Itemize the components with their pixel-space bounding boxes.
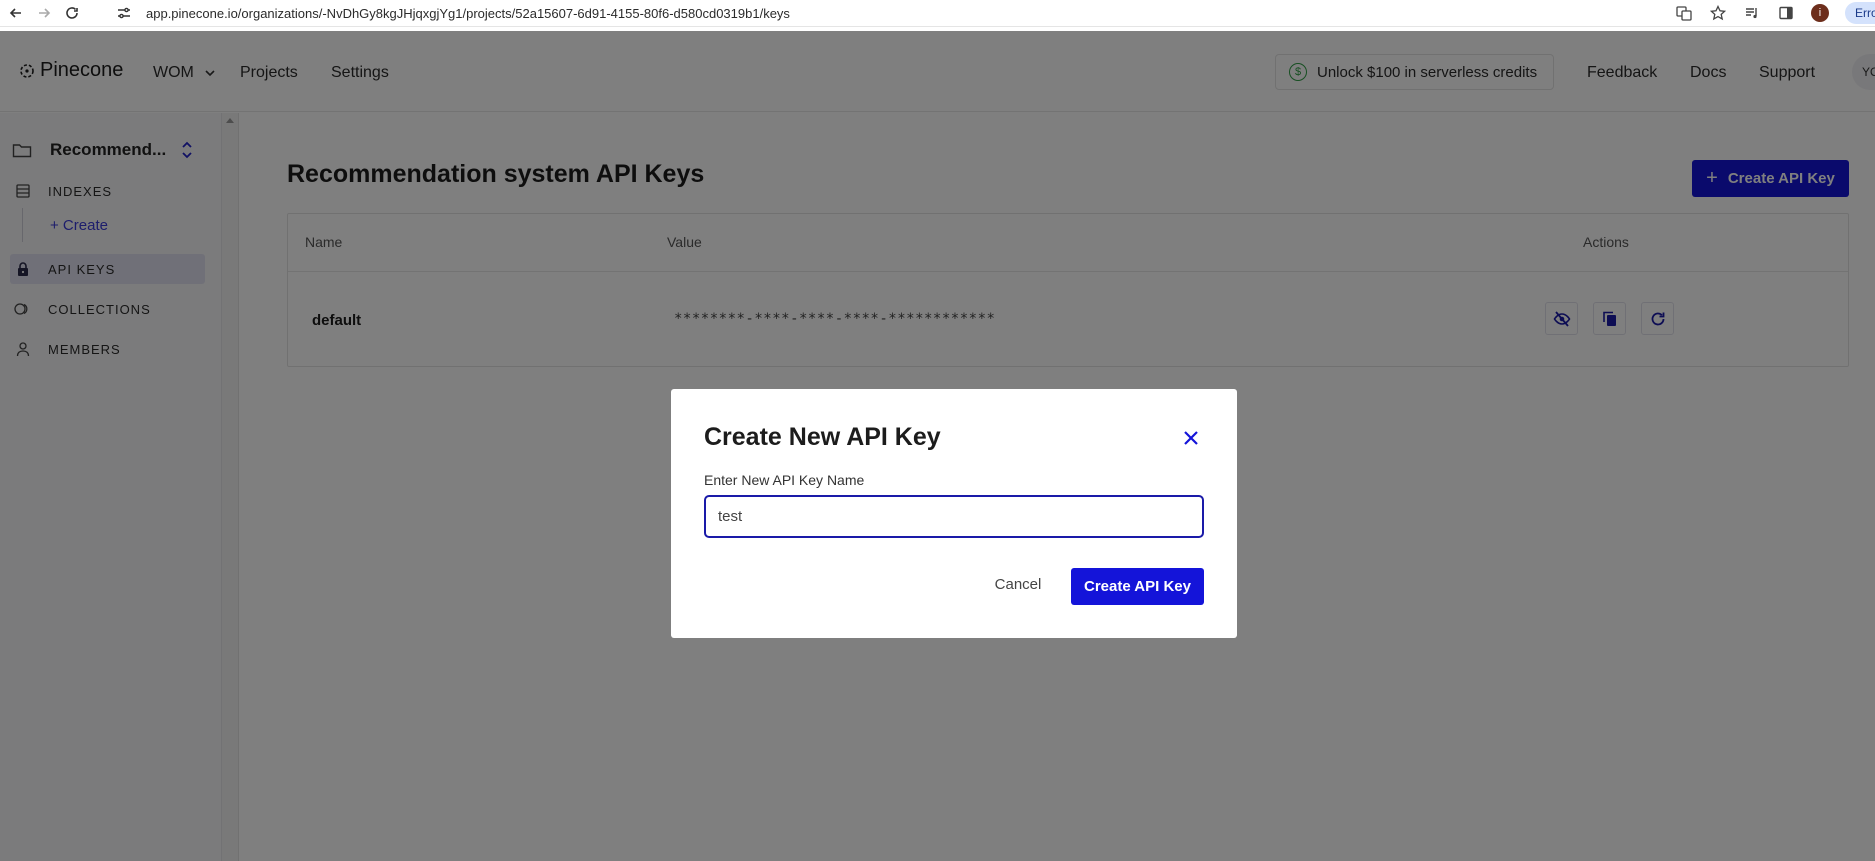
- browser-actions: i Erro: [1667, 0, 1875, 26]
- side-panel-icon[interactable]: [1769, 5, 1803, 21]
- forward-icon[interactable]: [32, 1, 56, 25]
- create-api-key-dialog: Create New API Key Enter New API Key Nam…: [671, 389, 1237, 638]
- error-badge[interactable]: Erro: [1845, 2, 1875, 24]
- address-bar[interactable]: app.pinecone.io/organizations/-NvDhGy8kg…: [116, 0, 1714, 26]
- cancel-button[interactable]: Cancel: [988, 569, 1048, 599]
- api-key-name-label: Enter New API Key Name: [704, 472, 865, 488]
- site-settings-icon[interactable]: [116, 5, 136, 21]
- back-icon[interactable]: [4, 1, 28, 25]
- browser-toolbar: app.pinecone.io/organizations/-NvDhGy8kg…: [0, 0, 1875, 27]
- url-text: app.pinecone.io/organizations/-NvDhGy8kg…: [146, 5, 790, 21]
- confirm-create-api-key-button[interactable]: Create API Key: [1071, 568, 1204, 605]
- close-icon[interactable]: [1178, 425, 1204, 451]
- api-key-name-input[interactable]: [704, 495, 1204, 538]
- profile-avatar[interactable]: i: [1803, 4, 1837, 22]
- star-icon[interactable]: [1701, 5, 1735, 21]
- media-icon[interactable]: [1735, 5, 1769, 21]
- dialog-title: Create New API Key: [704, 423, 941, 451]
- reload-icon[interactable]: [60, 1, 84, 25]
- translate-icon[interactable]: [1667, 5, 1701, 21]
